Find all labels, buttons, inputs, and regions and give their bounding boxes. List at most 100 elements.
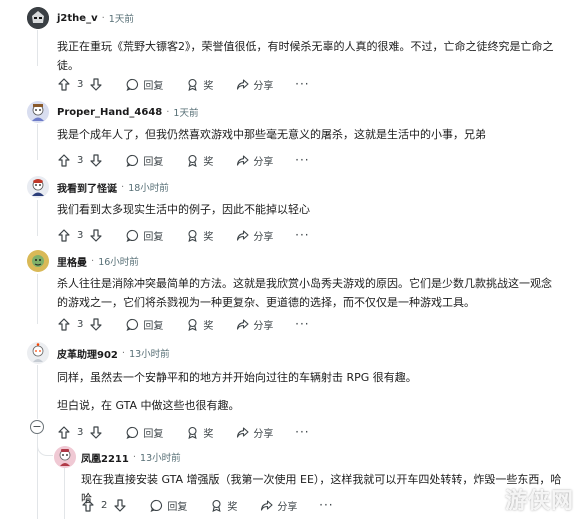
vote-count: 3 — [77, 78, 84, 90]
share-button[interactable]: 分享 — [235, 317, 273, 332]
timestamp[interactable]: 13小时前 — [140, 450, 181, 464]
upvote-icon[interactable] — [57, 317, 71, 331]
downvote-icon[interactable] — [113, 498, 127, 512]
avatar[interactable] — [27, 7, 49, 29]
separator-dot: · — [121, 181, 125, 193]
separator-dot: · — [121, 347, 126, 359]
upvote-icon[interactable] — [57, 228, 71, 242]
upvote-icon[interactable] — [57, 77, 71, 91]
downvote-icon[interactable] — [89, 317, 103, 331]
timestamp[interactable]: 16小时前 — [98, 254, 139, 268]
reply-label: 回复 — [143, 156, 164, 168]
award-button[interactable]: 奖 — [185, 425, 213, 440]
comment-actions: 3 回复 奖 分享 ··· — [57, 226, 309, 244]
reply-button[interactable]: 回复 — [125, 425, 163, 440]
username[interactable]: 我看到了怪诞 — [57, 180, 117, 195]
collapse-thread-button[interactable]: − — [30, 420, 44, 434]
reply-button[interactable]: 回复 — [125, 228, 163, 243]
vote-count: 3 — [77, 154, 84, 166]
username[interactable]: Proper_Hand_4648 — [57, 107, 162, 118]
award-icon — [185, 228, 199, 242]
award-label: 奖 — [203, 80, 214, 92]
reply-label: 回复 — [143, 231, 164, 243]
upvote-icon[interactable] — [81, 498, 95, 512]
vote-count: 3 — [77, 318, 84, 330]
vote-count: 3 — [77, 229, 84, 241]
more-options-icon[interactable]: ··· — [295, 77, 309, 91]
more-options-icon[interactable]: ··· — [295, 153, 309, 167]
timestamp[interactable]: 1天前 — [173, 105, 198, 119]
downvote-icon[interactable] — [89, 77, 103, 91]
comment-actions: 3 回复 奖 分享 ··· — [57, 75, 309, 93]
share-icon — [259, 498, 273, 512]
minus-icon: − — [32, 420, 42, 433]
comment-text: 我是个成年人了，但我仍然喜欢游戏中那些毫无意义的屠杀，这就是生活中的小事，兄弟 — [57, 128, 486, 141]
timestamp[interactable]: 18小时前 — [128, 180, 169, 194]
award-button[interactable]: 奖 — [209, 498, 237, 513]
reply-button[interactable]: 回复 — [125, 317, 163, 332]
award-icon — [185, 425, 199, 439]
comment-text: 我们看到太多现实生活中的例子，因此不能掉以轻心 — [57, 203, 310, 216]
share-icon — [235, 317, 249, 331]
username[interactable]: j2the_v — [57, 13, 98, 24]
award-icon — [209, 498, 223, 512]
award-icon — [185, 77, 199, 91]
avatar[interactable] — [27, 176, 49, 198]
share-label: 分享 — [253, 428, 274, 440]
comment-actions: 3 回复 奖 分享 ··· — [57, 423, 309, 441]
share-button[interactable]: 分享 — [235, 425, 273, 440]
watermark: 游侠网 — [504, 489, 574, 514]
share-button[interactable]: 分享 — [235, 228, 273, 243]
more-options-icon[interactable]: ··· — [295, 317, 309, 331]
award-button[interactable]: 奖 — [185, 77, 213, 92]
reply-button[interactable]: 回复 — [125, 77, 163, 92]
comment-bubble-icon — [125, 77, 139, 91]
comment-bubble-icon — [125, 228, 139, 242]
username[interactable]: 凤凰2211 — [81, 450, 129, 465]
comment-bubble-icon — [125, 153, 139, 167]
share-label: 分享 — [253, 320, 274, 332]
award-button[interactable]: 奖 — [185, 317, 213, 332]
reply-button[interactable]: 回复 — [149, 498, 187, 513]
share-button[interactable]: 分享 — [235, 77, 273, 92]
share-label: 分享 — [253, 231, 274, 243]
award-label: 奖 — [227, 501, 238, 513]
thread-line — [64, 468, 65, 519]
award-icon — [185, 153, 199, 167]
more-options-icon[interactable]: ··· — [295, 228, 309, 242]
share-button[interactable]: 分享 — [235, 153, 273, 168]
comment-bubble-icon — [125, 425, 139, 439]
avatar[interactable] — [54, 446, 76, 468]
upvote-icon[interactable] — [57, 153, 71, 167]
avatar[interactable] — [27, 101, 49, 123]
award-icon — [185, 317, 199, 331]
comment-text: 同样，虽然去一个安静平和的地方并开始向过往的车辆射击 RPG 很有趣。 — [57, 371, 417, 384]
award-button[interactable]: 奖 — [185, 153, 213, 168]
username[interactable]: 里格曼 — [57, 254, 87, 269]
username[interactable]: 皮革助理902 — [57, 346, 118, 361]
comment-actions: 3 回复 奖 分享 ··· — [57, 315, 309, 333]
share-label: 分享 — [253, 80, 274, 92]
comment-text: 我正在重玩《荒野大镖客2》，荣誉值很低，有时候杀无辜的人真的很难。不过，亡命之徒… — [57, 40, 554, 72]
more-options-icon[interactable]: ··· — [319, 498, 333, 512]
award-button[interactable]: 奖 — [185, 228, 213, 243]
reply-button[interactable]: 回复 — [125, 153, 163, 168]
avatar[interactable] — [27, 250, 49, 272]
reply-label: 回复 — [143, 320, 164, 332]
upvote-icon[interactable] — [57, 425, 71, 439]
timestamp[interactable]: 1天前 — [109, 11, 134, 25]
avatar[interactable] — [27, 342, 49, 364]
timestamp[interactable]: 13小时前 — [129, 346, 170, 360]
comment-bubble-icon — [125, 317, 139, 331]
thread-line — [37, 274, 38, 324]
award-label: 奖 — [203, 428, 214, 440]
share-label: 分享 — [253, 156, 274, 168]
share-icon — [235, 425, 249, 439]
downvote-icon[interactable] — [89, 425, 103, 439]
more-options-icon[interactable]: ··· — [295, 425, 309, 439]
downvote-icon[interactable] — [89, 153, 103, 167]
vote-count: 3 — [77, 426, 84, 438]
comment-text-paragraph-2: 坦白说，在 GTA 中做这些也很有趣。 — [57, 399, 240, 412]
downvote-icon[interactable] — [89, 228, 103, 242]
share-button[interactable]: 分享 — [259, 498, 297, 513]
